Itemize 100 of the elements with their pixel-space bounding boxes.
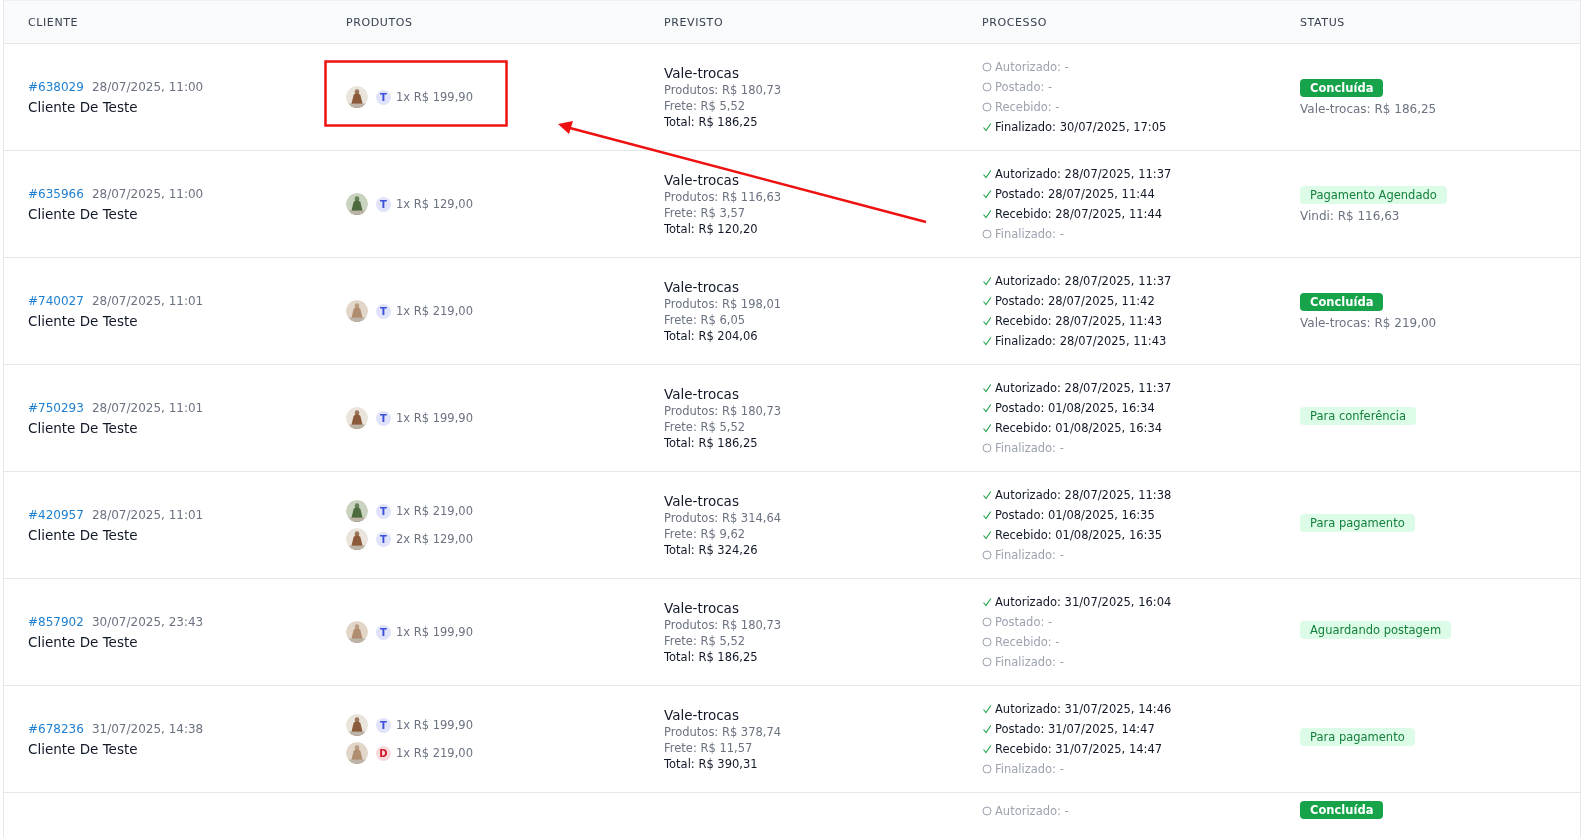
order-link[interactable]: #750293 bbox=[28, 400, 84, 415]
status-note: Vindi: R$ 116,63 bbox=[1300, 208, 1400, 223]
process-step: Postado: 31/07/2025, 14:47 bbox=[995, 721, 1155, 737]
forecast-shipping: Frete: R$ 5,52 bbox=[664, 418, 745, 435]
product-tag: T bbox=[376, 303, 391, 319]
product-tag: T bbox=[376, 89, 391, 105]
customer-name: Cliente De Teste bbox=[28, 205, 138, 222]
forecast-total: Total: R$ 204,06 bbox=[664, 327, 758, 344]
forecast-products: Produtos: R$ 378,74 bbox=[664, 723, 782, 740]
column-header: PREVISTO bbox=[664, 15, 724, 29]
order-date: 28/07/2025, 11:01 bbox=[91, 293, 204, 308]
product-price: 1x R$ 219,00 bbox=[396, 304, 473, 318]
forecast-total: Total: R$ 186,25 bbox=[664, 113, 758, 130]
status-badge: Concluída bbox=[1300, 801, 1384, 819]
status-note: Vale-trocas: R$ 186,25 bbox=[1300, 101, 1437, 116]
process-step: Autorizado: 31/07/2025, 16:04 bbox=[995, 594, 1172, 610]
customer-name: Cliente De Teste bbox=[28, 98, 138, 115]
process-step: Postado: 01/08/2025, 16:35 bbox=[995, 507, 1155, 523]
forecast-shipping: Frete: R$ 6,05 bbox=[664, 311, 745, 328]
forecast-shipping: Frete: R$ 3,57 bbox=[664, 204, 745, 221]
process-step: Finalizado: - bbox=[995, 547, 1064, 563]
process-step: Recebido: 01/08/2025, 16:34 bbox=[995, 420, 1163, 436]
process-step: Recebido: 31/07/2025, 14:47 bbox=[995, 741, 1163, 757]
process-step: Recebido: - bbox=[995, 634, 1060, 650]
forecast-title: Vale-trocas bbox=[664, 64, 739, 81]
forecast-shipping: Frete: R$ 9,62 bbox=[664, 525, 745, 542]
process-step: Autorizado: 28/07/2025, 11:37 bbox=[995, 166, 1172, 182]
forecast-shipping: Frete: R$ 5,52 bbox=[664, 632, 745, 649]
forecast-products: Produtos: R$ 180,73 bbox=[664, 81, 782, 98]
forecast-products: Produtos: R$ 314,64 bbox=[664, 509, 782, 526]
process-step: Finalizado: - bbox=[995, 440, 1064, 456]
order-date: 28/07/2025, 11:01 bbox=[91, 400, 204, 415]
process-step: Postado: - bbox=[995, 614, 1053, 630]
product-price: 2x R$ 129,00 bbox=[396, 532, 473, 546]
process-step: Postado: 01/08/2025, 16:34 bbox=[995, 400, 1155, 416]
customer-name: Cliente De Teste bbox=[28, 419, 138, 436]
column-header: CLIENTE bbox=[28, 15, 79, 29]
process-step: Recebido: - bbox=[995, 99, 1060, 115]
forecast-products: Produtos: R$ 198,01 bbox=[664, 295, 782, 312]
process-step: Finalizado: 28/07/2025, 11:43 bbox=[995, 333, 1167, 349]
order-link[interactable]: #635966 bbox=[28, 186, 84, 201]
order-link[interactable]: #857902 bbox=[28, 614, 84, 629]
customer-name: Cliente De Teste bbox=[28, 633, 138, 650]
product-tag: T bbox=[376, 717, 391, 733]
process-step: Finalizado: - bbox=[995, 654, 1064, 670]
process-step: Autorizado: 28/07/2025, 11:38 bbox=[995, 487, 1172, 503]
order-link[interactable]: #420957 bbox=[28, 507, 84, 522]
order-link[interactable]: #638029 bbox=[28, 79, 84, 94]
status-badge: Concluída bbox=[1300, 292, 1384, 311]
process-step: Autorizado: - bbox=[995, 803, 1069, 819]
forecast-shipping: Frete: R$ 11,57 bbox=[664, 739, 753, 756]
process-step: Finalizado: 30/07/2025, 17:05 bbox=[995, 119, 1167, 135]
order-date: 31/07/2025, 14:38 bbox=[91, 721, 204, 736]
customer-name: Cliente De Teste bbox=[28, 740, 138, 757]
status-badge: Para pagamento bbox=[1300, 727, 1415, 746]
column-header: PRODUTOS bbox=[346, 15, 413, 29]
product-price: 1x R$ 199,90 bbox=[396, 718, 473, 732]
product-tag: T bbox=[376, 531, 391, 547]
product-tag: T bbox=[376, 410, 391, 426]
order-date: 28/07/2025, 11:01 bbox=[91, 507, 204, 522]
order-link[interactable]: #740027 bbox=[28, 293, 84, 308]
process-step: Recebido: 28/07/2025, 11:43 bbox=[995, 313, 1163, 329]
product-price: 1x R$ 219,00 bbox=[396, 504, 473, 518]
product-tag: D bbox=[376, 745, 391, 761]
status-badge: Pagamento Agendado bbox=[1300, 185, 1447, 204]
process-step: Postado: 28/07/2025, 11:42 bbox=[995, 293, 1155, 309]
forecast-total: Total: R$ 324,26 bbox=[664, 541, 758, 558]
order-link[interactable]: #678236 bbox=[28, 721, 84, 736]
process-step: Postado: - bbox=[995, 79, 1053, 95]
customer-name: Cliente De Teste bbox=[28, 312, 138, 329]
product-price: 1x R$ 199,90 bbox=[396, 411, 473, 425]
status-note: Vale-trocas: R$ 219,00 bbox=[1300, 315, 1437, 330]
forecast-title: Vale-trocas bbox=[664, 492, 739, 509]
process-step: Postado: 28/07/2025, 11:44 bbox=[995, 186, 1155, 202]
product-price: 1x R$ 219,00 bbox=[396, 746, 473, 760]
forecast-shipping: Frete: R$ 5,52 bbox=[664, 97, 745, 114]
status-badge: Para conferência bbox=[1300, 406, 1417, 425]
column-header: PROCESSO bbox=[982, 15, 1047, 29]
product-tag: T bbox=[376, 196, 391, 212]
process-step: Finalizado: - bbox=[995, 226, 1064, 242]
product-price: 1x R$ 199,90 bbox=[396, 625, 473, 639]
customer-name: Cliente De Teste bbox=[28, 526, 138, 543]
forecast-total: Total: R$ 120,20 bbox=[664, 220, 758, 237]
column-header: STATUS bbox=[1300, 15, 1345, 29]
process-step: Autorizado: 28/07/2025, 11:37 bbox=[995, 273, 1172, 289]
process-step: Autorizado: 28/07/2025, 11:37 bbox=[995, 380, 1172, 396]
forecast-title: Vale-trocas bbox=[664, 599, 739, 616]
forecast-title: Vale-trocas bbox=[664, 278, 739, 295]
forecast-products: Produtos: R$ 116,63 bbox=[664, 188, 782, 205]
forecast-title: Vale-trocas bbox=[664, 706, 739, 723]
status-badge: Aguardando postagem bbox=[1300, 620, 1452, 639]
order-date: 28/07/2025, 11:00 bbox=[91, 79, 204, 94]
process-step: Autorizado: - bbox=[995, 59, 1069, 75]
order-date: 30/07/2025, 23:43 bbox=[91, 614, 204, 629]
forecast-total: Total: R$ 186,25 bbox=[664, 434, 758, 451]
process-step: Recebido: 01/08/2025, 16:35 bbox=[995, 527, 1163, 543]
forecast-total: Total: R$ 390,31 bbox=[664, 755, 758, 772]
product-price: 1x R$ 199,90 bbox=[396, 90, 473, 104]
process-step: Finalizado: - bbox=[995, 761, 1064, 777]
process-step: Recebido: 28/07/2025, 11:44 bbox=[995, 206, 1163, 222]
